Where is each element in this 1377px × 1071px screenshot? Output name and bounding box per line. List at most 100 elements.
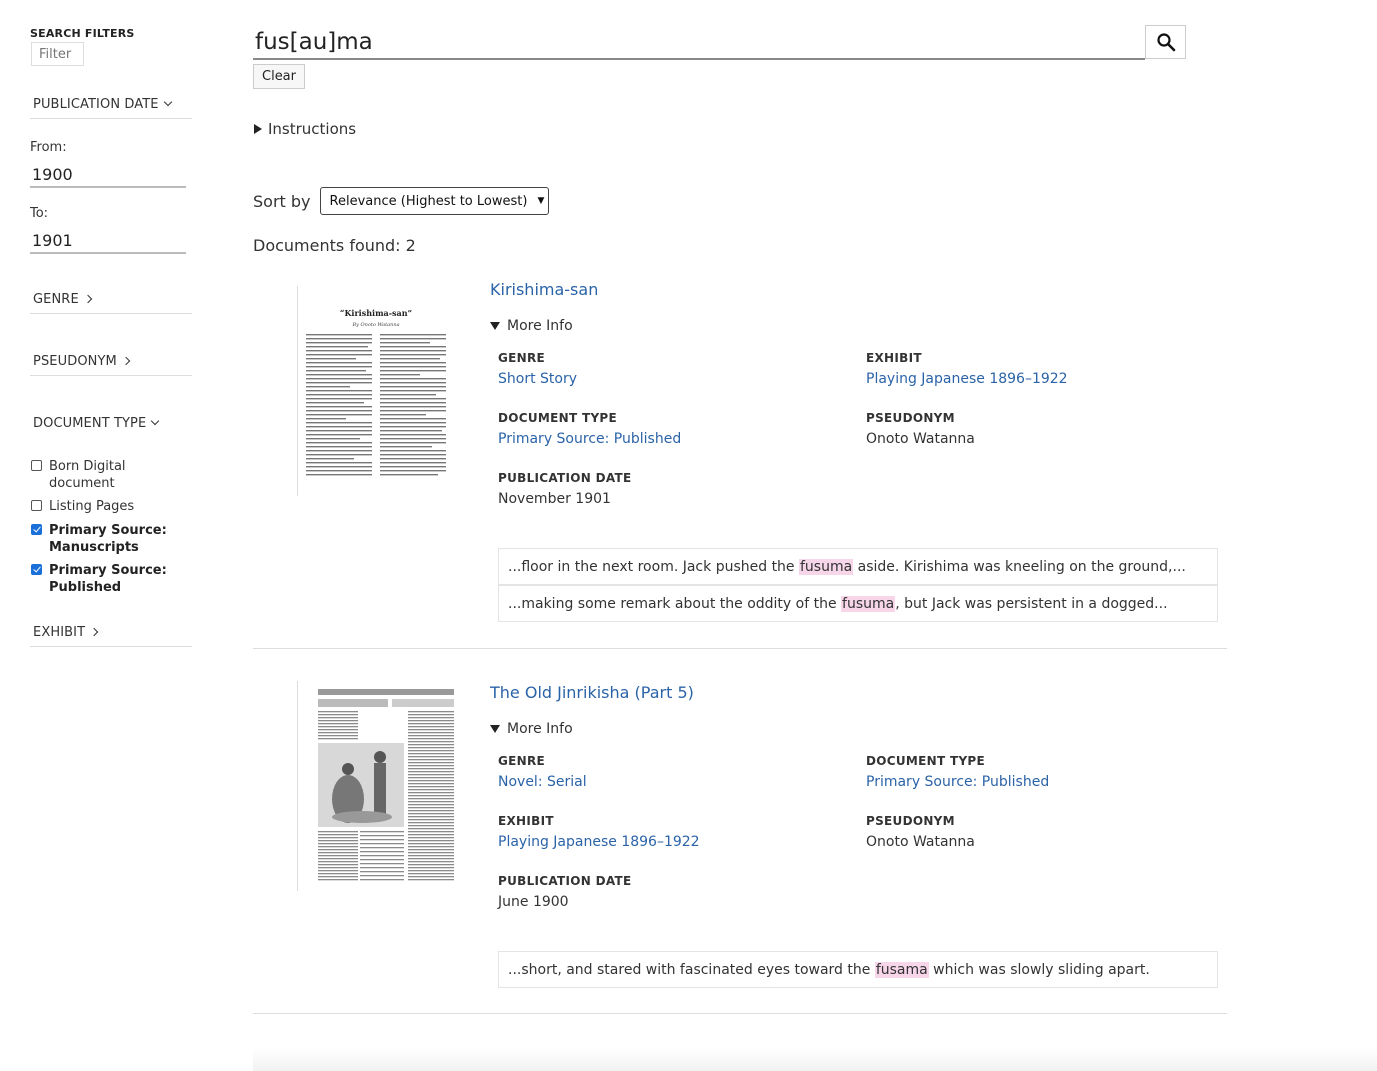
clear-button[interactable]: Clear (253, 64, 305, 89)
option-label: document (49, 476, 115, 491)
facet-pseudonym-label: PSEUDONYM (33, 354, 117, 369)
field-document-type: DOCUMENT TYPE Primary Source: Published (866, 754, 1049, 790)
facet-publication-date-label: PUBLICATION DATE (33, 97, 159, 112)
snippet-after: , but Jack was persistent in a dogged... (895, 595, 1168, 612)
facet-pseudonym[interactable]: PSEUDONYM (30, 354, 192, 376)
chevron-down-icon (163, 97, 172, 107)
snippet-match: fusama (874, 961, 929, 978)
field-label: GENRE (498, 754, 546, 768)
doctype-option-listing-pages[interactable]: Listing Pages (31, 498, 191, 515)
field-genre: GENRE Short Story (498, 351, 577, 387)
result-item: “Kirishima-san” By Onoto Watanna Kirishi… (253, 276, 1227, 649)
search-icon (1156, 33, 1175, 52)
thumb-heading: “Kirishima-san” (340, 308, 412, 318)
facet-exhibit-label: EXHIBIT (33, 625, 86, 640)
option-label: Born Digital (49, 459, 126, 474)
facet-genre-label: GENRE (33, 292, 79, 307)
chevron-right-icon (83, 294, 93, 304)
genre-link[interactable]: Short Story (498, 371, 577, 387)
genre-link[interactable]: Novel: Serial (498, 774, 587, 790)
document-type-link[interactable]: Primary Source: Published (498, 431, 681, 447)
field-genre: GENRE Novel: Serial (498, 754, 587, 790)
to-date-input[interactable] (30, 228, 186, 254)
search-snippet[interactable]: ...making some remark about the oddity o… (498, 585, 1218, 622)
option-label: Listing Pages (49, 499, 135, 514)
checkbox[interactable] (31, 460, 42, 471)
result-item: The Old Jinrikisha (Part 5) More Info GE… (253, 679, 1227, 1014)
doctype-option-primary-manuscripts[interactable]: Primary Source: Manuscripts (31, 522, 191, 556)
doctype-option-primary-published[interactable]: Primary Source: Published (31, 562, 191, 596)
field-publication-date: PUBLICATION DATE November 1901 (498, 471, 632, 507)
search-button[interactable] (1145, 25, 1186, 59)
more-info-label: More Info (507, 721, 573, 737)
field-exhibit: EXHIBIT Playing Japanese 1896–1922 (498, 814, 700, 850)
document-thumbnail[interactable]: “Kirishima-san” By Onoto Watanna (297, 286, 456, 496)
document-type-link[interactable]: Primary Source: Published (866, 774, 1049, 790)
field-label: PSEUDONYM (866, 411, 955, 425)
document-thumbnail[interactable] (297, 681, 456, 891)
result-title-link[interactable]: The Old Jinrikisha (Part 5) (490, 683, 694, 702)
facet-document-type[interactable]: DOCUMENT TYPE (30, 416, 192, 438)
snippet-match: fusuma (799, 558, 854, 575)
search-snippet[interactable]: ...floor in the next room. Jack pushed t… (498, 548, 1218, 585)
field-label: PSEUDONYM (866, 814, 955, 828)
facet-exhibit[interactable]: EXHIBIT (30, 625, 192, 647)
snippet-before: ...floor in the next room. Jack pushed t… (508, 558, 799, 575)
option-label: Manuscripts (49, 540, 139, 555)
search-input[interactable] (253, 25, 1145, 60)
more-info-toggle[interactable]: More Info (490, 318, 573, 334)
chevron-right-icon (121, 356, 131, 366)
filter-input[interactable] (31, 42, 84, 66)
from-date-input[interactable] (30, 162, 186, 188)
facet-document-type-label: DOCUMENT TYPE (33, 416, 147, 431)
sort-select[interactable]: Relevance (Highest to Lowest) ▼ (319, 187, 550, 215)
to-label: To: (30, 206, 49, 221)
documents-found-count: Documents found: 2 (253, 236, 416, 255)
snippet-before: ...making some remark about the oddity o… (508, 595, 842, 612)
snippet-after: which was slowly sliding apart. (928, 961, 1150, 978)
field-label: EXHIBIT (498, 814, 554, 828)
field-label: EXHIBIT (866, 351, 922, 365)
sidebar-title: SEARCH FILTERS (30, 27, 135, 40)
field-publication-date: PUBLICATION DATE June 1900 (498, 874, 632, 910)
more-info-toggle[interactable]: More Info (490, 721, 573, 737)
checkbox-checked[interactable] (31, 564, 42, 575)
snippet-after: aside. Kirishima was kneeling on the gro… (853, 558, 1186, 575)
more-info-label: More Info (507, 318, 573, 334)
document-page-image: “Kirishima-san” By Onoto Watanna (304, 290, 452, 490)
field-exhibit: EXHIBIT Playing Japanese 1896–1922 (866, 351, 1068, 387)
chevron-right-icon (89, 627, 99, 637)
field-pseudonym: PSEUDONYM Onoto Watanna (866, 411, 975, 447)
instructions-toggle[interactable]: Instructions (254, 120, 356, 138)
checkbox[interactable] (31, 500, 42, 511)
exhibit-link[interactable]: Playing Japanese 1896–1922 (498, 834, 700, 850)
snippet-before: ...short, and stared with fascinated eye… (508, 961, 875, 978)
publication-date-value: June 1900 (498, 894, 569, 910)
doctype-option-born-digital[interactable]: Born Digital document (31, 458, 191, 492)
disclosure-triangle-icon (490, 322, 500, 330)
facet-publication-date[interactable]: PUBLICATION DATE (30, 97, 192, 119)
instructions-label: Instructions (268, 120, 357, 138)
result-title-link[interactable]: Kirishima-san (490, 280, 598, 299)
disclosure-triangle-icon (490, 725, 500, 733)
facet-genre[interactable]: GENRE (30, 292, 192, 314)
search-snippet[interactable]: ...short, and stared with fascinated eye… (498, 951, 1218, 988)
option-label: Primary Source: (49, 563, 167, 578)
option-label: Primary Source: (49, 523, 167, 538)
sort-row: Sort by Relevance (Highest to Lowest) ▼ (253, 187, 550, 215)
option-label: Published (49, 580, 122, 595)
field-pseudonym: PSEUDONYM Onoto Watanna (866, 814, 975, 850)
thumb-byline: By Onoto Watanna (351, 322, 399, 328)
exhibit-link[interactable]: Playing Japanese 1896–1922 (866, 371, 1068, 387)
search-bar (253, 25, 1187, 60)
page-bottom-fade (253, 1048, 1377, 1071)
pseudonym-value: Onoto Watanna (866, 431, 975, 447)
sort-label: Sort by (253, 191, 311, 211)
field-label: GENRE (498, 351, 546, 365)
publication-date-value: November 1901 (498, 491, 611, 507)
field-label: PUBLICATION DATE (498, 471, 632, 485)
sort-selected-value: Relevance (Highest to Lowest) (329, 193, 528, 209)
checkbox-checked[interactable] (31, 524, 42, 535)
chevron-down-icon: ▼ (537, 196, 545, 206)
pseudonym-value: Onoto Watanna (866, 834, 975, 850)
